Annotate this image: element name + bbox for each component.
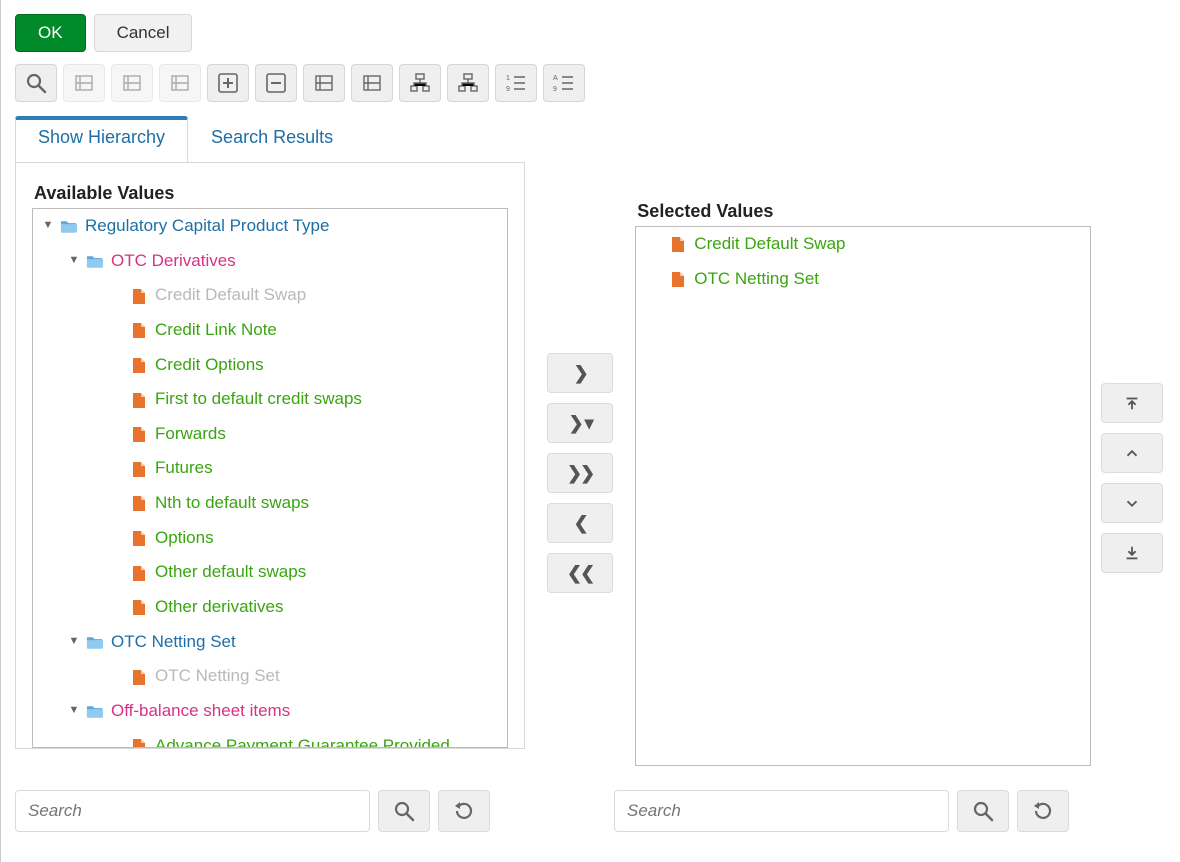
file-icon — [129, 425, 149, 443]
tree-item[interactable]: Credit Default Swap — [33, 278, 507, 313]
tree-folder[interactable]: ▼ OTC Netting Set — [33, 625, 507, 660]
align-center-lock-icon — [63, 64, 105, 102]
node-add-right-icon[interactable] — [303, 64, 345, 102]
cancel-button[interactable]: Cancel — [94, 14, 193, 52]
available-values-heading: Available Values — [34, 183, 508, 204]
file-icon — [129, 356, 149, 374]
align-spread-icon — [159, 64, 201, 102]
file-icon — [668, 235, 688, 253]
tree-item-label: Credit Options — [155, 353, 264, 378]
tree-flat-icon[interactable] — [399, 64, 441, 102]
move-right-dropdown-icon[interactable]: ❯ ▾ — [547, 403, 613, 443]
move-all-right-icon[interactable]: ❯❯ — [547, 453, 613, 493]
search-selected-input[interactable] — [614, 790, 949, 832]
node-add-child-icon[interactable] — [351, 64, 393, 102]
tab-panel-hierarchy: Available Values ▼Regulatory Capital Pro… — [15, 162, 525, 749]
tab-search-results[interactable]: Search Results — [188, 116, 356, 163]
file-icon — [129, 529, 149, 547]
tree-folder[interactable]: ▼ OTC Derivatives — [33, 244, 507, 279]
tree-item-label: Nth to default swaps — [155, 491, 309, 516]
available-values-tree[interactable]: ▼Regulatory Capital Product Type▼OTC Der… — [32, 208, 508, 748]
expand-toggle-icon[interactable]: ▼ — [67, 634, 81, 650]
folder-icon — [85, 633, 105, 651]
file-icon — [129, 564, 149, 582]
tree-item-label: Advance Payment Guarantee Provided — [155, 734, 450, 747]
tree-item[interactable]: Options — [33, 521, 507, 556]
file-icon — [129, 598, 149, 616]
tree-item-label: Options — [155, 526, 214, 551]
tree-item-label: Other derivatives — [155, 595, 284, 620]
tree-item-label: Other default swaps — [155, 560, 306, 585]
selected-item[interactable]: Credit Default Swap — [636, 227, 1090, 262]
tree-item-label: Forwards — [155, 422, 226, 447]
tree-item[interactable]: Forwards — [33, 417, 507, 452]
tree-item[interactable]: Other default swaps — [33, 555, 507, 590]
selected-item[interactable]: OTC Netting Set — [636, 262, 1090, 297]
tree-item-label: OTC Netting Set — [155, 664, 280, 689]
move-down-icon[interactable] — [1101, 483, 1163, 523]
selected-item-label: OTC Netting Set — [694, 267, 819, 292]
tree-item-label: Credit Link Note — [155, 318, 277, 343]
tree-item[interactable]: OTC Netting Set — [33, 659, 507, 694]
align-left-lock-icon — [111, 64, 153, 102]
move-bottom-icon[interactable] — [1101, 533, 1163, 573]
selected-values-heading: Selected Values — [637, 201, 1091, 222]
selected-item-label: Credit Default Swap — [694, 232, 845, 257]
expand-plus-icon[interactable] — [207, 64, 249, 102]
tree-item[interactable]: Nth to default swaps — [33, 486, 507, 521]
move-up-icon[interactable] — [1101, 433, 1163, 473]
file-icon — [129, 737, 149, 747]
reset-selected-button[interactable] — [1017, 790, 1069, 832]
folder-icon — [85, 252, 105, 270]
file-icon — [129, 668, 149, 686]
search-available-input[interactable] — [15, 790, 370, 832]
selected-values-list[interactable]: Credit Default Swap OTC Netting Set — [635, 226, 1091, 766]
expand-toggle-icon[interactable]: ▼ — [41, 218, 55, 234]
expand-toggle-icon[interactable]: ▼ — [67, 253, 81, 269]
list-alpha-icon[interactable] — [543, 64, 585, 102]
tree-item-label: First to default credit swaps — [155, 387, 362, 412]
folder-icon — [85, 702, 105, 720]
folder-icon — [59, 217, 79, 235]
tree-item[interactable]: Credit Options — [33, 348, 507, 383]
ok-button[interactable]: OK — [15, 14, 86, 52]
tree-item-label: OTC Netting Set — [111, 630, 236, 655]
tree-folder[interactable]: ▼ Off-balance sheet items — [33, 694, 507, 729]
search-selected-button[interactable] — [957, 790, 1009, 832]
move-right-icon[interactable]: ❯ — [547, 353, 613, 393]
search-available-button[interactable] — [378, 790, 430, 832]
file-icon — [129, 287, 149, 305]
file-icon — [129, 494, 149, 512]
search-preview-icon[interactable] — [15, 64, 57, 102]
tree-item-label: OTC Derivatives — [111, 249, 236, 274]
file-icon — [129, 391, 149, 409]
move-all-left-icon[interactable]: ❮❮ — [547, 553, 613, 593]
move-left-icon[interactable]: ❮ — [547, 503, 613, 543]
tree-item[interactable]: Futures — [33, 451, 507, 486]
tree-item[interactable]: Credit Link Note — [33, 313, 507, 348]
reset-available-button[interactable] — [438, 790, 490, 832]
tree-item[interactable]: First to default credit swaps — [33, 382, 507, 417]
tree-item-label: Futures — [155, 456, 213, 481]
tree-nested-icon[interactable] — [447, 64, 489, 102]
list-numbered-icon[interactable] — [495, 64, 537, 102]
tree-item-label: Regulatory Capital Product Type — [85, 214, 329, 239]
file-icon — [668, 270, 688, 288]
file-icon — [129, 321, 149, 339]
file-icon — [129, 460, 149, 478]
collapse-minus-icon[interactable] — [255, 64, 297, 102]
tree-item[interactable]: Other derivatives — [33, 590, 507, 625]
expand-toggle-icon[interactable]: ▼ — [67, 703, 81, 719]
tree-item[interactable]: Advance Payment Guarantee Provided — [33, 729, 507, 747]
tree-folder[interactable]: ▼ Regulatory Capital Product Type — [33, 209, 507, 244]
move-top-icon[interactable] — [1101, 383, 1163, 423]
tree-item-label: Credit Default Swap — [155, 283, 306, 308]
tab-show-hierarchy[interactable]: Show Hierarchy — [15, 116, 188, 163]
tree-item-label: Off-balance sheet items — [111, 699, 290, 724]
